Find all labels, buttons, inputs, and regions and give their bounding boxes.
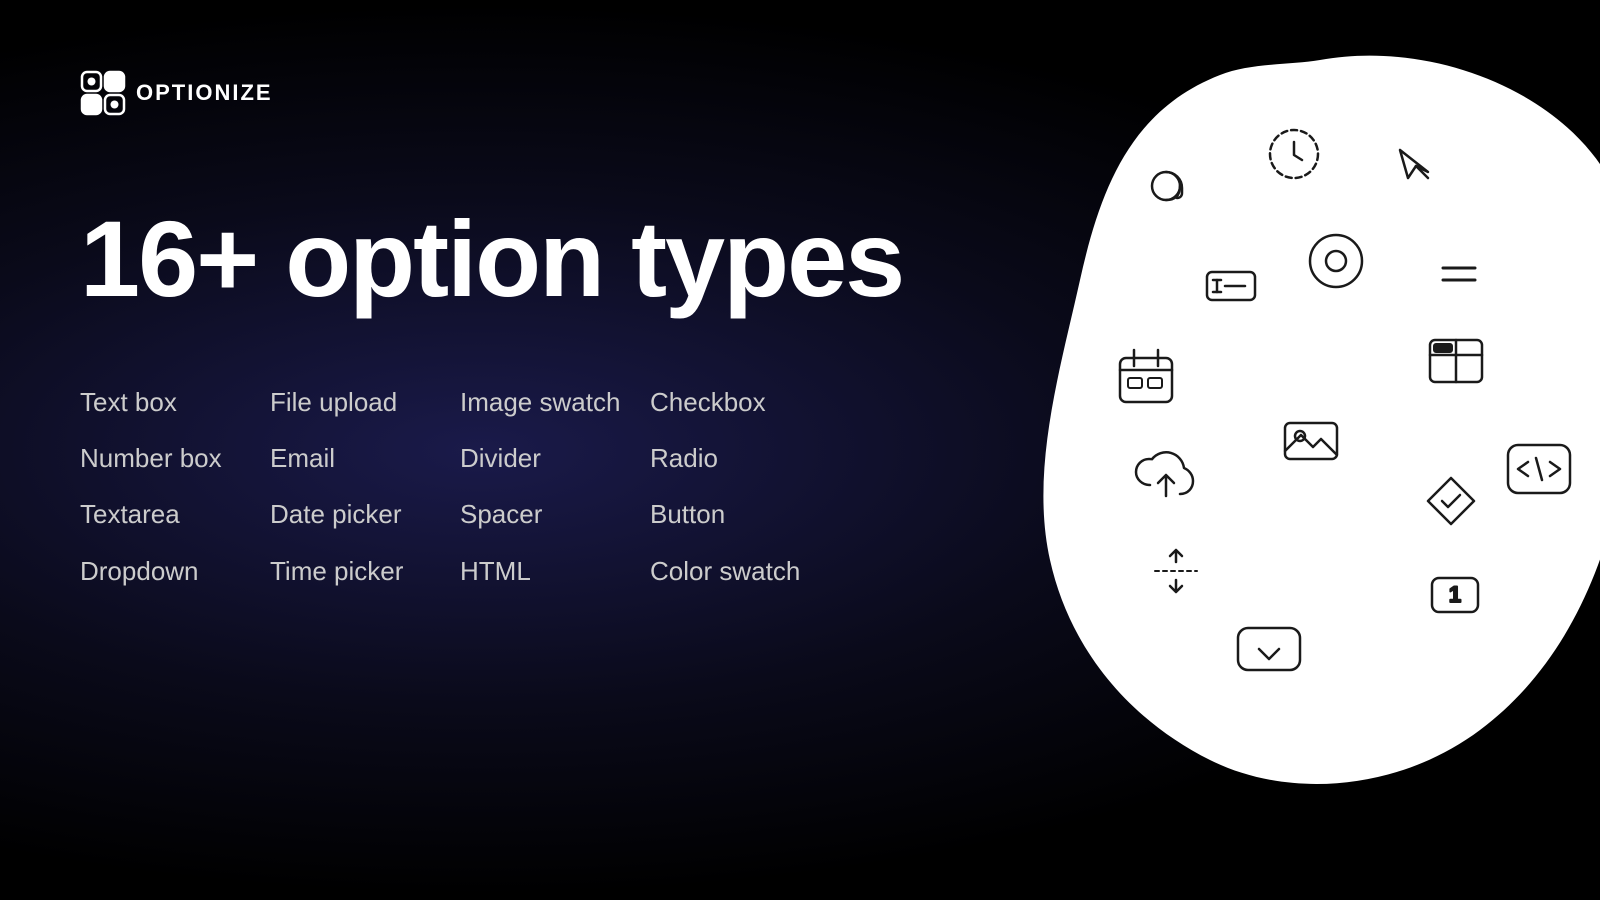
feature-date-picker: Date picker [270, 492, 460, 536]
menu-icon [1425, 240, 1493, 308]
svg-text:1: 1 [1449, 582, 1461, 607]
calendar-icon [1110, 340, 1182, 412]
feature-html: HTML [460, 549, 650, 593]
feature-text-box: Text box [80, 380, 270, 424]
feature-number-box: Number box [80, 436, 270, 480]
upload-icon [1130, 440, 1202, 512]
main-heading: 16+ option types [80, 200, 903, 319]
logo-icon [80, 70, 126, 116]
radio-icon [1300, 225, 1372, 297]
number-box-icon: 1 [1420, 560, 1490, 630]
heading-title: 16+ option types [80, 200, 903, 319]
feature-radio: Radio [650, 436, 840, 480]
brand-name: OPTIONIZE [136, 80, 273, 106]
text-input-icon [1195, 250, 1267, 322]
feature-checkbox: Checkbox [650, 380, 840, 424]
feature-button: Button [650, 492, 840, 536]
feature-textarea: Textarea [80, 492, 270, 536]
clock-icon [1260, 120, 1328, 188]
feature-email: Email [270, 436, 460, 480]
feature-file-upload: File upload [270, 380, 460, 424]
feature-image-swatch: Image swatch [460, 380, 650, 424]
email-icon [1130, 150, 1202, 222]
cursor-icon [1380, 130, 1448, 198]
dropdown-icon [1230, 620, 1308, 678]
code-icon [1500, 430, 1578, 508]
feature-spacer: Spacer [460, 492, 650, 536]
image-icon [1275, 405, 1347, 477]
table-icon [1420, 325, 1492, 397]
feature-list: Text box File upload Image swatch Checkb… [80, 380, 840, 593]
feature-time-picker: Time picker [270, 549, 460, 593]
logo: OPTIONIZE [80, 70, 273, 116]
feature-color-swatch: Color swatch [650, 549, 840, 593]
spacer-icon [1145, 540, 1207, 602]
feature-divider: Divider [460, 436, 650, 480]
feature-dropdown: Dropdown [80, 549, 270, 593]
diamond-check-icon [1420, 470, 1482, 532]
icons-overlay: 1 [980, 30, 1600, 790]
